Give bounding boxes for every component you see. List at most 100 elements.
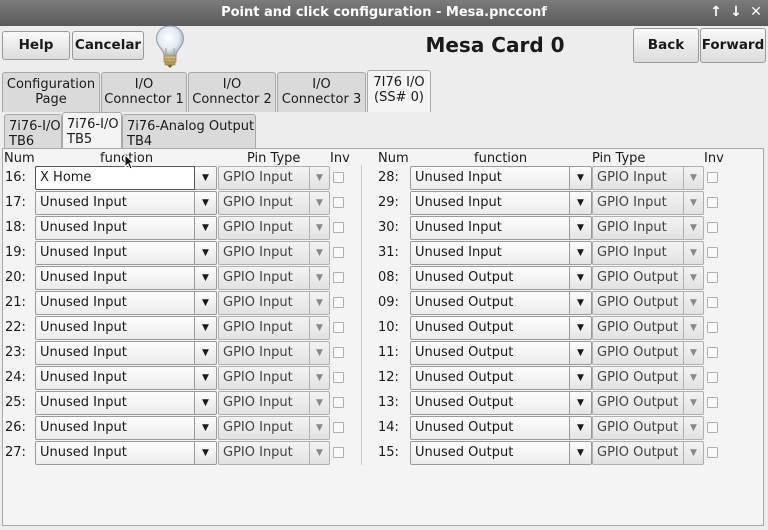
dropdown-arrow-icon[interactable]: ▼ bbox=[310, 441, 330, 465]
invert-checkbox[interactable] bbox=[333, 172, 344, 183]
function-combo[interactable]: Unused Output ▼ bbox=[410, 441, 592, 465]
function-combo[interactable]: Unused Output ▼ bbox=[410, 291, 592, 315]
function-combo[interactable]: Unused Input ▼ bbox=[35, 441, 217, 465]
pin-type-value[interactable]: GPIO Output bbox=[592, 391, 684, 415]
dropdown-arrow-icon[interactable]: ▼ bbox=[195, 291, 217, 315]
tab-io-connector-1[interactable]: I/O Connector 1 bbox=[101, 72, 187, 112]
function-value[interactable]: Unused Input bbox=[35, 266, 195, 290]
function-value[interactable]: Unused Output bbox=[410, 291, 570, 315]
dropdown-arrow-icon[interactable]: ▼ bbox=[570, 366, 592, 390]
invert-checkbox[interactable] bbox=[707, 422, 718, 433]
invert-checkbox[interactable] bbox=[707, 272, 718, 283]
cancel-button[interactable]: Cancelar bbox=[72, 31, 144, 60]
function-combo[interactable]: Unused Input ▼ bbox=[35, 241, 217, 265]
pin-type-combo[interactable]: GPIO Output ▼ bbox=[592, 366, 704, 390]
invert-checkbox[interactable] bbox=[333, 247, 344, 258]
function-combo[interactable]: Unused Input ▼ bbox=[35, 266, 217, 290]
dropdown-arrow-icon[interactable]: ▼ bbox=[195, 366, 217, 390]
pin-type-combo[interactable]: GPIO Input ▼ bbox=[218, 391, 330, 415]
dropdown-arrow-icon[interactable]: ▼ bbox=[684, 216, 704, 240]
function-value[interactable]: Unused Output bbox=[410, 341, 570, 365]
dropdown-arrow-icon[interactable]: ▼ bbox=[570, 266, 592, 290]
dropdown-arrow-icon[interactable]: ▼ bbox=[570, 166, 592, 190]
subtab-7i76-tb5[interactable]: 7i76-I/O TB5 bbox=[62, 112, 122, 150]
pin-type-value[interactable]: GPIO Input bbox=[218, 316, 310, 340]
pin-type-combo[interactable]: GPIO Output ▼ bbox=[592, 391, 704, 415]
pin-type-value[interactable]: GPIO Input bbox=[592, 191, 684, 215]
dropdown-arrow-icon[interactable]: ▼ bbox=[570, 416, 592, 440]
dropdown-arrow-icon[interactable]: ▼ bbox=[310, 416, 330, 440]
function-combo[interactable]: Unused Input ▼ bbox=[410, 166, 592, 190]
dropdown-arrow-icon[interactable]: ▼ bbox=[570, 191, 592, 215]
function-combo[interactable]: Unused Input ▼ bbox=[35, 216, 217, 240]
dropdown-arrow-icon[interactable]: ▼ bbox=[310, 316, 330, 340]
invert-checkbox[interactable] bbox=[333, 222, 344, 233]
pin-type-value[interactable]: GPIO Input bbox=[218, 366, 310, 390]
pin-type-combo[interactable]: GPIO Output ▼ bbox=[592, 416, 704, 440]
pin-type-combo[interactable]: GPIO Input ▼ bbox=[592, 216, 704, 240]
pin-type-combo[interactable]: GPIO Input ▼ bbox=[218, 366, 330, 390]
dropdown-arrow-icon[interactable]: ▼ bbox=[195, 416, 217, 440]
dropdown-arrow-icon[interactable]: ▼ bbox=[195, 391, 217, 415]
pin-type-combo[interactable]: GPIO Input ▼ bbox=[218, 291, 330, 315]
subtab-7i76-analog-tb4[interactable]: 7i76-Analog Output TB4 bbox=[122, 114, 256, 150]
invert-checkbox[interactable] bbox=[333, 322, 344, 333]
pin-type-value[interactable]: GPIO Output bbox=[592, 366, 684, 390]
pin-type-combo[interactable]: GPIO Input ▼ bbox=[218, 216, 330, 240]
dropdown-arrow-icon[interactable]: ▼ bbox=[310, 216, 330, 240]
function-value[interactable]: Unused Output bbox=[410, 391, 570, 415]
invert-checkbox[interactable] bbox=[333, 272, 344, 283]
function-value[interactable]: Unused Input bbox=[35, 441, 195, 465]
dropdown-arrow-icon[interactable]: ▼ bbox=[195, 241, 217, 265]
pin-type-value[interactable]: GPIO Output bbox=[592, 291, 684, 315]
pin-type-combo[interactable]: GPIO Input ▼ bbox=[218, 191, 330, 215]
function-combo[interactable]: Unused Input ▼ bbox=[35, 366, 217, 390]
function-value[interactable]: Unused Output bbox=[410, 416, 570, 440]
dropdown-arrow-icon[interactable]: ▼ bbox=[570, 341, 592, 365]
tab-7i76-io[interactable]: 7I76 I/O (SS# 0) bbox=[367, 70, 431, 112]
pin-type-combo[interactable]: GPIO Input ▼ bbox=[592, 166, 704, 190]
function-value[interactable]: Unused Input bbox=[35, 391, 195, 415]
function-value[interactable]: Unused Input bbox=[410, 216, 570, 240]
pin-type-combo[interactable]: GPIO Output ▼ bbox=[592, 341, 704, 365]
function-combo[interactable]: Unused Input ▼ bbox=[410, 216, 592, 240]
pin-type-value[interactable]: GPIO Input bbox=[218, 291, 310, 315]
tab-configuration-page[interactable]: Configuration Page bbox=[2, 72, 100, 112]
pin-type-combo[interactable]: GPIO Input ▼ bbox=[592, 241, 704, 265]
function-value[interactable]: Unused Input bbox=[410, 166, 570, 190]
function-combo[interactable]: Unused Input ▼ bbox=[35, 416, 217, 440]
function-value[interactable]: Unused Output bbox=[410, 316, 570, 340]
dropdown-arrow-icon[interactable]: ▼ bbox=[684, 341, 704, 365]
dropdown-arrow-icon[interactable]: ▼ bbox=[684, 191, 704, 215]
invert-checkbox[interactable] bbox=[333, 347, 344, 358]
function-combo[interactable]: Unused Input ▼ bbox=[35, 191, 217, 215]
minimize-arrow-icon[interactable]: ↓ bbox=[728, 4, 744, 20]
tab-io-connector-3[interactable]: I/O Connector 3 bbox=[277, 72, 366, 112]
dropdown-arrow-icon[interactable]: ▼ bbox=[684, 291, 704, 315]
dropdown-arrow-icon[interactable]: ▼ bbox=[684, 241, 704, 265]
dropdown-arrow-icon[interactable]: ▼ bbox=[195, 341, 217, 365]
dropdown-arrow-icon[interactable]: ▼ bbox=[310, 291, 330, 315]
back-button[interactable]: Back bbox=[633, 28, 699, 63]
function-value[interactable]: Unused Input bbox=[410, 241, 570, 265]
pin-type-combo[interactable]: GPIO Output ▼ bbox=[592, 266, 704, 290]
dropdown-arrow-icon[interactable]: ▼ bbox=[570, 291, 592, 315]
invert-checkbox[interactable] bbox=[333, 447, 344, 458]
invert-checkbox[interactable] bbox=[707, 172, 718, 183]
function-value[interactable]: Unused Output bbox=[410, 441, 570, 465]
subtab-7i76-tb6[interactable]: 7i76-I/O TB6 bbox=[4, 114, 62, 150]
function-value[interactable]: X Home bbox=[35, 166, 195, 190]
invert-checkbox[interactable] bbox=[707, 322, 718, 333]
pin-type-value[interactable]: GPIO Output bbox=[592, 441, 684, 465]
pin-type-combo[interactable]: GPIO Output ▼ bbox=[592, 441, 704, 465]
pin-type-value[interactable]: GPIO Input bbox=[218, 216, 310, 240]
help-button[interactable]: Help bbox=[2, 31, 70, 60]
pin-type-combo[interactable]: GPIO Input ▼ bbox=[218, 166, 330, 190]
pin-type-value[interactable]: GPIO Input bbox=[592, 166, 684, 190]
dropdown-arrow-icon[interactable]: ▼ bbox=[195, 191, 217, 215]
function-combo[interactable]: Unused Output ▼ bbox=[410, 416, 592, 440]
invert-checkbox[interactable] bbox=[333, 297, 344, 308]
dropdown-arrow-icon[interactable]: ▼ bbox=[195, 266, 217, 290]
forward-button[interactable]: Forward bbox=[700, 28, 766, 63]
dropdown-arrow-icon[interactable]: ▼ bbox=[570, 216, 592, 240]
